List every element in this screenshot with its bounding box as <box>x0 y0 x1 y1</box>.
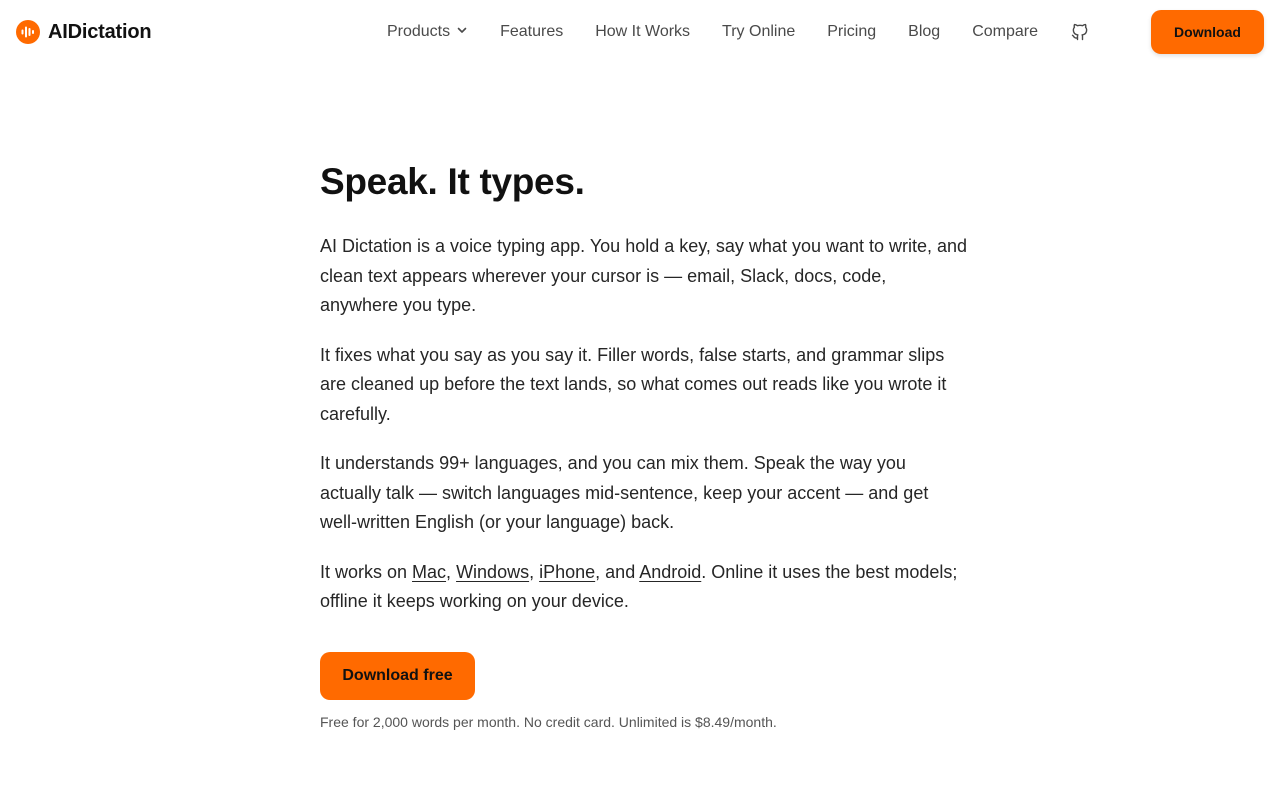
correction-paragraph: It fixes what you say as you say it. Fil… <box>320 344 947 424</box>
link-windows[interactable]: Windows <box>456 562 529 582</box>
nav-blog[interactable]: Blog <box>908 23 940 41</box>
platforms-sep-1: , <box>446 561 457 582</box>
link-iphone[interactable]: iPhone <box>539 562 595 582</box>
chevron-down-icon <box>456 23 468 41</box>
platforms-sep-2: , <box>529 561 540 582</box>
brand-home-link[interactable]: AIDictation <box>16 20 152 44</box>
soundwave-logo-icon <box>16 20 40 44</box>
pricing-note: Free for 2,000 words per month. No credi… <box>320 713 777 730</box>
nav-try-online[interactable]: Try Online <box>722 23 795 41</box>
nav-pricing[interactable]: Pricing <box>827 23 876 41</box>
link-android[interactable]: Android <box>639 562 701 582</box>
nav-features[interactable]: Features <box>500 23 563 41</box>
nav-products-label: Products <box>386 23 451 40</box>
main-nav: Products Features How It Works Try Onlin… <box>387 22 1090 42</box>
top-navigation-bar: AIDictation Products Features How It Wor… <box>0 0 1280 64</box>
github-icon[interactable] <box>1070 22 1090 42</box>
nav-compare[interactable]: Compare <box>972 23 1038 41</box>
header-download-button[interactable]: Download <box>1151 10 1264 54</box>
intro-paragraph: AI Dictation is a voice typing app. You … <box>320 236 968 315</box>
link-mac[interactable]: Mac <box>412 562 446 582</box>
page-title: Speak. It types. <box>320 161 585 202</box>
download-free-button[interactable]: Download free <box>320 651 475 700</box>
hero-section: Speak. It types. AI Dictation is a voice… <box>320 158 968 730</box>
platforms-sep-3: , and <box>595 561 640 582</box>
nav-how-it-works[interactable]: How It Works <box>595 23 690 41</box>
platforms-paragraph: It works on Mac, Windows, iPhone, and An… <box>320 558 968 617</box>
nav-products[interactable]: Products <box>387 23 468 41</box>
languages-paragraph: It understands 99+ languages, and you ca… <box>320 453 929 532</box>
platforms-prefix: It works on <box>320 561 413 582</box>
brand-name: AIDictation <box>48 20 152 43</box>
